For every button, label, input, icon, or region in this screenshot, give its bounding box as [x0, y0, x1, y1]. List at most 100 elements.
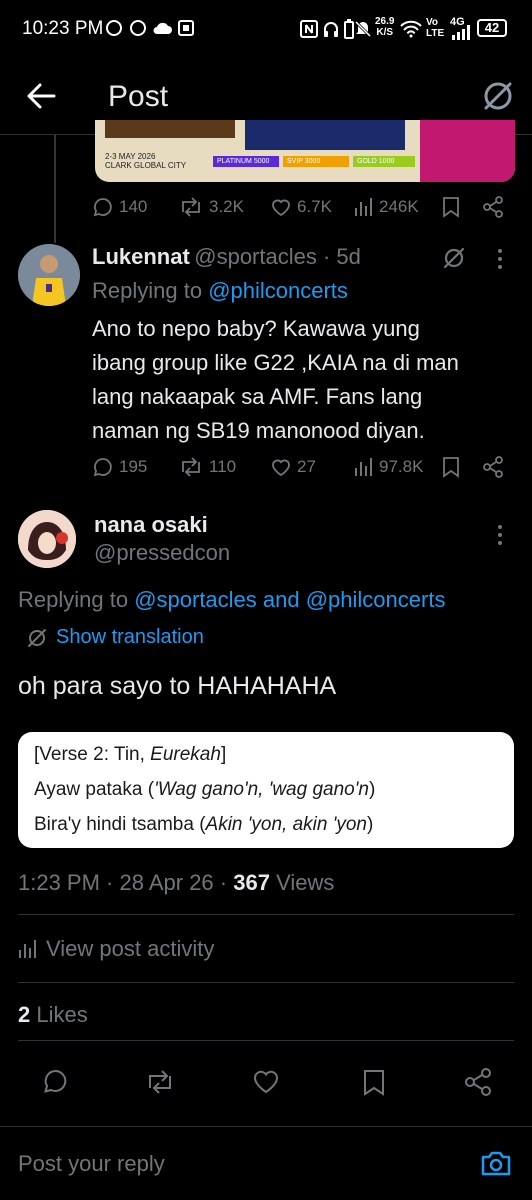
divider	[18, 1040, 514, 1041]
lyrics-screenshot-image[interactable]: [Verse 2: Tin, Eurekah] Ayaw pataka ('Wa…	[18, 732, 514, 848]
lukennat-avatar[interactable]	[18, 244, 80, 306]
heart-icon[interactable]	[252, 1068, 280, 1096]
nfc-icon	[300, 20, 318, 38]
battery-indicator: 42	[477, 19, 507, 37]
lukennat-handle-time[interactable]: @sportacles · 5d	[194, 244, 361, 269]
parent-like-button[interactable]: 6.7K	[270, 196, 332, 218]
more-options-icon[interactable]	[496, 524, 504, 546]
nana-osaki-name[interactable]: nana osaki	[94, 512, 208, 538]
lukennat-like-button[interactable]: 27	[270, 456, 316, 478]
poster-title-art	[105, 120, 235, 138]
lyrics-line-2: Ayaw pataka ('Wag gano'n, 'wag gano'n)	[34, 779, 376, 800]
replying-to-link[interactable]: @philconcerts	[208, 278, 348, 303]
likes-label: Likes	[30, 1002, 88, 1027]
battery-saver-icon	[344, 19, 354, 39]
lukennat-replying-to: Replying to @philconcerts	[92, 278, 348, 303]
messenger-icon	[106, 20, 122, 36]
replying-to-links[interactable]: @sportacles and @philconcerts	[134, 587, 445, 612]
post-metadata: 1:23 PM · 28 Apr 26 · 367 Views	[18, 870, 334, 896]
grok-translate-icon	[28, 628, 46, 647]
post-views-count: 367	[233, 870, 270, 895]
lukennat-views-button[interactable]: 97.8K	[354, 456, 423, 478]
page-title: Post	[108, 80, 169, 113]
thread-connector	[54, 135, 56, 243]
parent-repost-button[interactable]: 3.2K	[178, 196, 244, 218]
poster-tier-gold: GOLD 1000	[353, 156, 415, 167]
reply-bar-divider	[0, 1126, 532, 1127]
bookmark-icon[interactable]	[442, 196, 460, 218]
post-timestamp: 1:23 PM · 28 Apr 26 ·	[18, 870, 234, 895]
show-translation-label: Show translation	[56, 626, 204, 648]
parent-reply-count: 140	[119, 197, 148, 216]
divider	[18, 982, 514, 983]
wifi-icon	[400, 20, 422, 38]
lyrics-line-1: [Verse 2: Tin, Eurekah]	[34, 744, 227, 765]
parent-repost-count: 3.2K	[209, 197, 244, 216]
cloud-icon	[153, 22, 172, 34]
view-post-activity-button[interactable]: View post activity	[18, 936, 214, 962]
analytics-icon	[19, 940, 36, 958]
reply-icon	[93, 198, 112, 217]
share-icon[interactable]	[464, 1068, 492, 1096]
heart-icon	[272, 199, 290, 217]
divider	[18, 914, 514, 915]
heart-icon	[272, 459, 290, 477]
lukennat-header: Lukennat @sportacles · 5d	[92, 244, 361, 270]
lukennat-reply-count: 195	[119, 457, 148, 476]
parent-views-button[interactable]: 246K	[354, 196, 419, 218]
chat-icon	[130, 20, 146, 36]
lukennat-repost-button[interactable]: 110	[178, 456, 236, 478]
camera-icon[interactable]	[480, 1148, 512, 1178]
poster-tier-platinum: PLATINUM 5000	[213, 156, 279, 167]
nana-osaki-handle[interactable]: @pressedcon	[94, 540, 230, 566]
poster-graphic-art	[420, 120, 515, 182]
app-icon	[178, 20, 194, 36]
status-bar: 10:23 PM 26.9 K/S Vo LTE 4G 42	[0, 0, 532, 60]
anime-character-image	[18, 510, 76, 568]
views-chart-icon	[355, 458, 372, 476]
mute-icon	[354, 20, 372, 38]
headphones-icon	[324, 22, 338, 37]
poster-stage-art	[245, 120, 405, 150]
post-views-label: Views	[269, 870, 335, 895]
parent-reply-button[interactable]: 140	[92, 196, 147, 218]
back-arrow-icon[interactable]	[26, 82, 56, 110]
lukennat-post-text: Ano to nepo baby? Kawawa yung ibang grou…	[92, 316, 459, 443]
repost-icon	[182, 457, 200, 477]
concert-poster-image[interactable]: 2-3 MAY 2026 CLARK GLOBAL CITY PLATINUM …	[95, 120, 515, 182]
share-icon[interactable]	[482, 196, 504, 218]
show-translation-button[interactable]: Show translation	[26, 626, 204, 649]
view-post-activity-label: View post activity	[46, 936, 215, 961]
lyrics-line-3: Bira'y hindi tsamba (Akin 'yon, akin 'yo…	[34, 814, 374, 835]
grok-icon[interactable]	[442, 246, 466, 270]
lukennat-reply-button[interactable]: 195	[92, 456, 147, 478]
lukennat-repost-count: 110	[209, 457, 237, 476]
reply-icon[interactable]	[42, 1068, 70, 1096]
poster-date: 2-3 MAY 2026	[105, 152, 156, 161]
nana-osaki-avatar[interactable]	[18, 510, 76, 568]
more-options-icon[interactable]	[496, 248, 504, 270]
parent-like-count: 6.7K	[297, 197, 332, 216]
repost-icon[interactable]	[144, 1068, 176, 1096]
likes-count: 2	[18, 1002, 31, 1027]
net-speed: 26.9 K/S	[375, 16, 395, 38]
reply-input[interactable]	[18, 1142, 458, 1186]
views-chart-icon	[355, 198, 372, 216]
repost-icon	[182, 197, 200, 217]
likes-summary[interactable]: 2 Likes	[18, 1002, 88, 1028]
lukennat-views-count: 97.8K	[379, 457, 424, 476]
poster-tier-svip: SVIP 3000	[283, 156, 349, 167]
status-time: 10:23 PM	[22, 18, 104, 39]
reply-icon	[93, 458, 112, 477]
grok-translate-icon[interactable]	[482, 80, 514, 112]
share-icon[interactable]	[482, 456, 504, 478]
bookmark-icon[interactable]	[362, 1068, 386, 1096]
signal-icon	[452, 25, 470, 40]
main-replying-to: Replying to @sportacles and @philconcert…	[18, 587, 446, 612]
lukennat-name[interactable]: Lukennat	[92, 244, 190, 269]
bookmark-icon[interactable]	[442, 456, 460, 478]
main-post-text: oh para sayo to HAHAHAHA	[18, 672, 337, 700]
poster-venue: CLARK GLOBAL CITY	[105, 161, 187, 170]
volte-badge: Vo LTE	[426, 17, 445, 39]
basketball-player-image	[18, 244, 80, 306]
